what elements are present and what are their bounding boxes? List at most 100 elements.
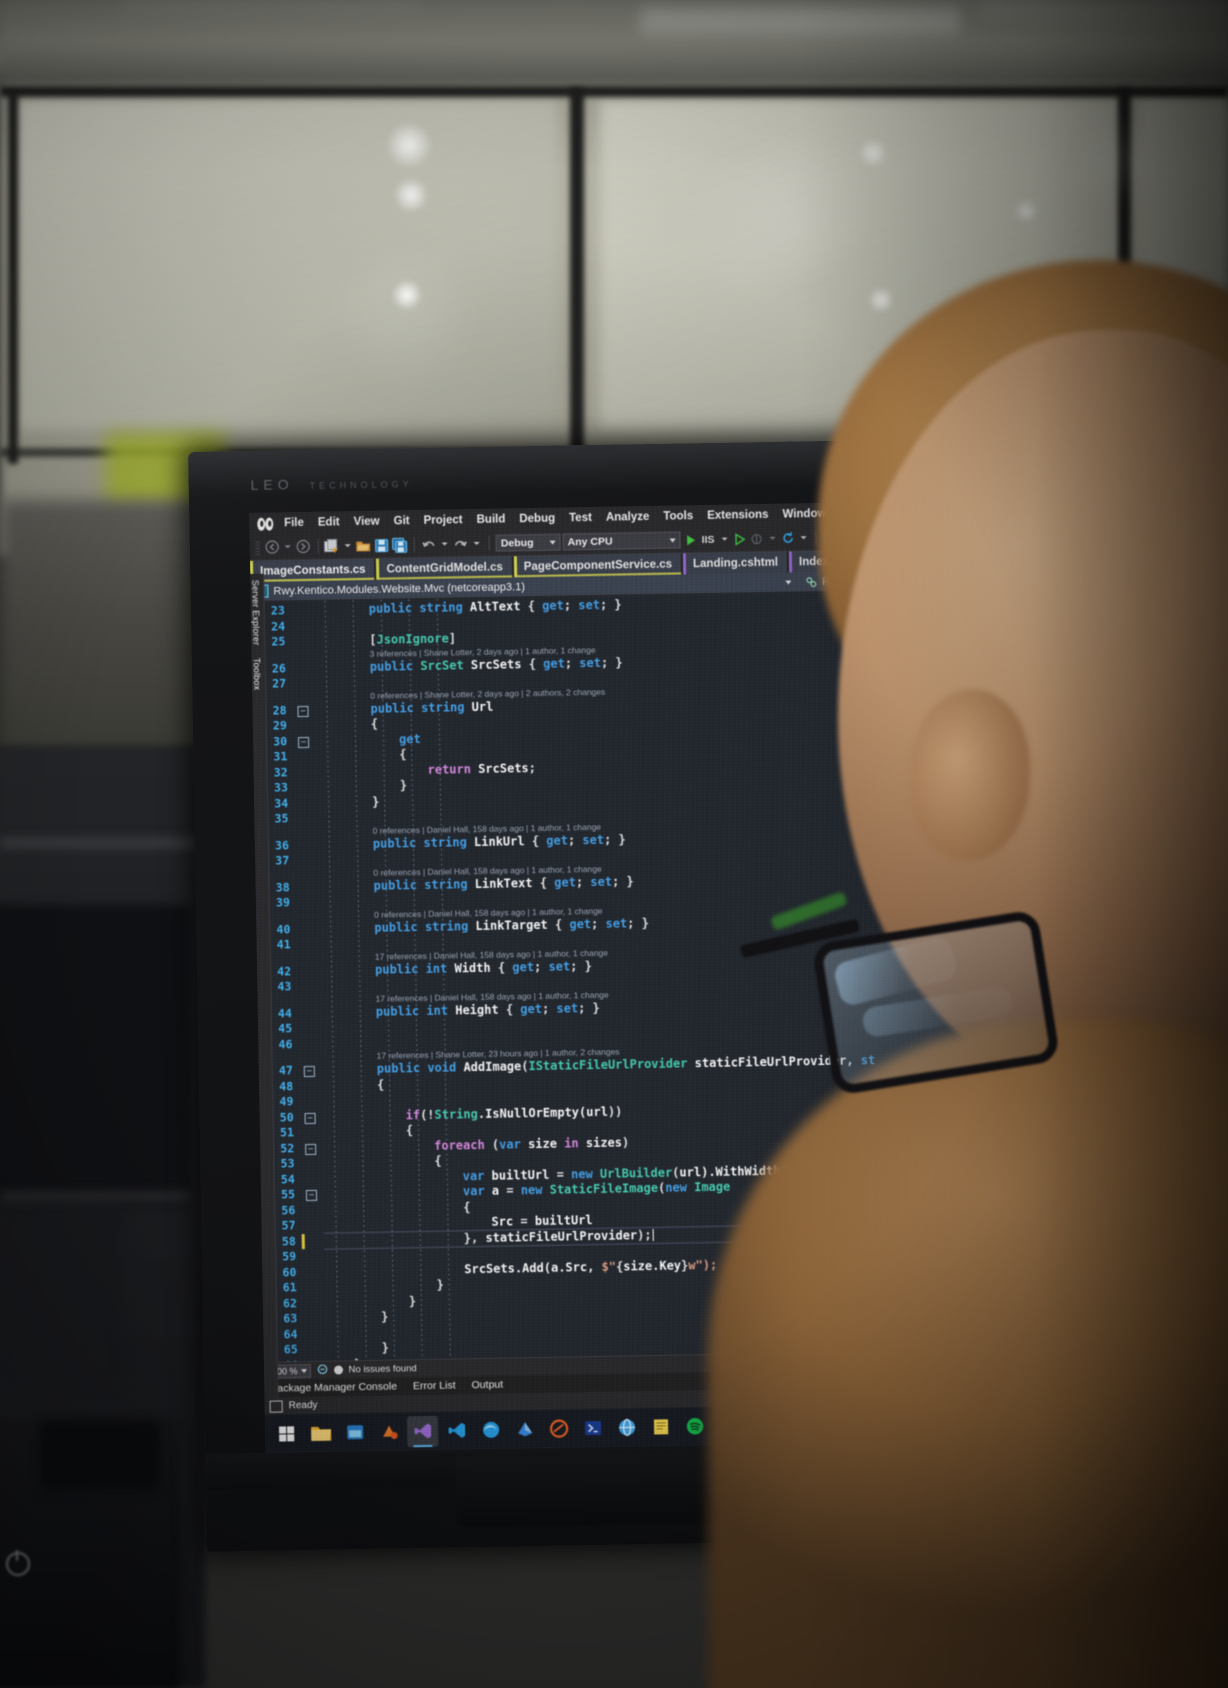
spotify-icon[interactable] [679, 1411, 711, 1443]
issue-filter-icon[interactable] [316, 1363, 327, 1377]
outlining-collapse-icon[interactable]: – [297, 736, 310, 748]
project-select-value[interactable]: Rwy.Kentico.Modules.Website.Mvc (netcore… [273, 581, 525, 597]
code-line[interactable]: public string LinkUrl { get; set; } [373, 832, 626, 852]
redo-icon[interactable] [453, 535, 469, 552]
code-line[interactable]: public string LinkText { get; set; } [373, 874, 633, 894]
new-project-icon[interactable] [324, 537, 340, 554]
menu-item-build[interactable]: Build [469, 510, 512, 529]
code-line[interactable]: var a = new StaticFileImage(new Image [463, 1180, 731, 1200]
start-without-debugging-icon[interactable] [732, 530, 747, 547]
code-line[interactable]: { [377, 1077, 385, 1093]
navigate-forward-icon[interactable] [296, 538, 311, 555]
undo-icon[interactable] [421, 536, 437, 553]
save-icon[interactable] [374, 536, 390, 553]
code-line[interactable]: } [354, 1357, 362, 1361]
code-line[interactable]: }, staticFileUrlProvider); [464, 1227, 654, 1246]
menu-item-view[interactable]: View [346, 513, 386, 532]
docked-tab-server-explorer[interactable]: Server Explorer [250, 574, 261, 652]
new-project-dropdown-icon[interactable] [345, 544, 352, 548]
code-line[interactable]: get [399, 731, 421, 747]
microsoft-edge-icon[interactable] [475, 1414, 507, 1446]
document-tab-contentgridmodel[interactable]: ContentGridModel.cs [376, 556, 512, 580]
code-line[interactable]: SrcSets.Add(a.Src, $"{size.Key}w"); [464, 1257, 717, 1277]
menu-item-debug[interactable]: Debug [512, 509, 562, 528]
undo-dropdown-icon[interactable] [441, 542, 448, 546]
menu-item-analyze[interactable]: Analyze [599, 508, 657, 527]
restart-icon[interactable] [780, 529, 795, 546]
solution-configuration-select[interactable]: Debug [495, 533, 561, 552]
open-file-icon[interactable] [356, 537, 372, 554]
run-target-dropdown-icon[interactable] [721, 537, 728, 541]
code-line[interactable]: } [372, 794, 380, 810]
powershell-icon[interactable] [577, 1412, 609, 1444]
code-line[interactable]: } [381, 1310, 389, 1326]
tool-tab-output[interactable]: Output [471, 1379, 503, 1392]
menu-item-test[interactable]: Test [562, 509, 599, 528]
line-number: 32 [273, 764, 288, 780]
code-line[interactable]: foreach (var size in sizes) [434, 1135, 629, 1154]
run-target-label[interactable]: IIS [700, 533, 717, 545]
code-line[interactable]: public string Url [370, 699, 493, 717]
save-all-icon[interactable] [392, 536, 408, 553]
attach-to-process-icon[interactable] [749, 530, 764, 547]
menu-item-edit[interactable]: Edit [311, 513, 347, 532]
browser-icon[interactable] [543, 1413, 575, 1445]
code-line[interactable]: { [406, 1123, 414, 1139]
document-tab-pagecomponentservice[interactable]: PageComponentService.cs [513, 553, 682, 578]
vs-code-icon[interactable] [441, 1415, 473, 1447]
line-number: 54 [280, 1171, 295, 1186]
project-select-chevron-icon[interactable] [785, 579, 792, 585]
toolbar-grip[interactable] [255, 539, 261, 555]
navigate-backward-icon[interactable] [265, 538, 280, 555]
solution-platform-select[interactable]: Any CPU [562, 531, 681, 551]
start-debug-icon[interactable] [682, 531, 697, 548]
code-line[interactable]: public int Width { get; set; } [375, 959, 592, 978]
microsoft-teams-icon[interactable] [713, 1410, 745, 1442]
menu-item-extensions[interactable]: Extensions [700, 506, 776, 525]
power-button-icon[interactable] [6, 1550, 30, 1576]
notepad-icon[interactable] [645, 1411, 677, 1443]
tool-tab-package-manager-console[interactable]: Package Manager Console [270, 1380, 397, 1394]
document-tab-imageconstants[interactable]: ImageConstants.cs [249, 558, 375, 582]
web-browser-icon[interactable] [611, 1412, 643, 1444]
code-line[interactable]: { [463, 1200, 471, 1216]
document-tab-landing[interactable]: Landing.cshtml [682, 551, 788, 575]
menu-item-tools[interactable]: Tools [656, 507, 700, 526]
code-line[interactable]: } [382, 1341, 390, 1357]
code-line[interactable]: } [400, 778, 408, 794]
code-line[interactable]: public string AltText { get; set; } [369, 597, 622, 617]
file-explorer-icon[interactable] [305, 1417, 337, 1449]
visual-studio-taskbar-icon[interactable] [406, 1415, 439, 1447]
code-line[interactable]: if(!String.IsNullOrEmpty(url)) [405, 1104, 622, 1123]
docked-tab-toolbox[interactable]: Toolbox [251, 651, 263, 696]
code-token: set [605, 915, 628, 931]
outlining-collapse-icon[interactable]: – [305, 1189, 318, 1202]
code-line[interactable]: { [399, 747, 407, 763]
azure-data-studio-icon[interactable] [509, 1414, 541, 1446]
outlining-collapse-icon[interactable]: – [304, 1112, 316, 1124]
outlining-collapse-icon[interactable]: – [297, 705, 309, 717]
code-line[interactable]: } [409, 1294, 417, 1310]
tool-tab-error-list[interactable]: Error List [413, 1379, 456, 1392]
outlining-collapse-icon[interactable]: – [305, 1143, 317, 1155]
code-line[interactable]: } [436, 1278, 444, 1294]
code-line[interactable]: return SrcSets; [427, 760, 536, 777]
code-line[interactable]: public SrcSet SrcSets { get; set; } [370, 655, 623, 675]
menu-item-git[interactable]: Git [386, 512, 416, 531]
code-token: public [372, 835, 424, 851]
navigate-backward-dropdown-icon[interactable] [285, 545, 292, 549]
tab-accent-bar [788, 551, 793, 573]
menu-item-project[interactable]: Project [416, 511, 469, 530]
microsoft-store-icon[interactable] [339, 1416, 371, 1448]
code-line[interactable]: { [434, 1154, 442, 1170]
start-button[interactable] [271, 1418, 303, 1450]
code-line[interactable]: [JsonIgnore] [369, 631, 456, 648]
outlining-collapse-icon[interactable]: – [303, 1065, 315, 1078]
app-launcher-icon[interactable] [373, 1416, 405, 1448]
more-apps-icon[interactable] [747, 1409, 779, 1441]
menu-item-file[interactable]: File [277, 514, 311, 533]
code-line[interactable]: public int Height { get; set; } [376, 1000, 600, 1019]
code-line[interactable]: { [371, 717, 379, 733]
redo-dropdown-icon[interactable] [473, 541, 480, 546]
attach-dropdown-icon[interactable] [769, 536, 776, 540]
